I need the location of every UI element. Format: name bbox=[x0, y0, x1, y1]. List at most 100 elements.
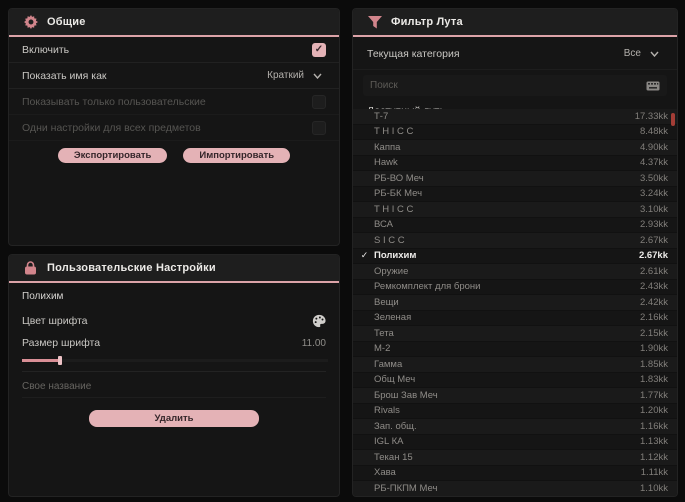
loot-item-row[interactable]: Т-7 17.33kk bbox=[353, 109, 677, 125]
loot-item-row[interactable]: Оружие 2.61kk bbox=[353, 264, 677, 280]
loot-item-row[interactable]: Rivals 1.20kk bbox=[353, 404, 677, 419]
loot-item-value: 1.83kk bbox=[640, 374, 668, 386]
general-panel: Общие Включить ✓ Показать имя как Кратки… bbox=[8, 8, 340, 246]
loot-item-value: 3.10kk bbox=[640, 203, 668, 215]
import-button[interactable]: Импортировать bbox=[183, 148, 291, 163]
divider bbox=[22, 371, 326, 372]
search-input[interactable] bbox=[370, 80, 645, 91]
loot-item-name: Ремкомплект для брони bbox=[374, 281, 481, 293]
chevron-down-icon bbox=[650, 51, 659, 57]
same-settings-row: Одни настройки для всех предметов bbox=[9, 115, 339, 141]
custom-settings-title: Пользовательские Настройки bbox=[47, 262, 216, 274]
chevron-down-icon bbox=[313, 73, 322, 79]
slider-track bbox=[22, 359, 328, 362]
category-dropdown[interactable]: Все bbox=[620, 45, 663, 62]
loot-item-row[interactable]: РБ-БК Меч 3.24kk bbox=[353, 187, 677, 202]
loot-item-row[interactable]: ✓ Полихим 2.67kk bbox=[353, 249, 677, 264]
loot-item-value: 17.33kk bbox=[634, 110, 668, 122]
loot-item-value: 1.13kk bbox=[640, 436, 668, 448]
loot-item-value: 4.90kk bbox=[640, 141, 668, 153]
loot-item-name: Оружие bbox=[374, 265, 409, 277]
only-custom-checkbox[interactable] bbox=[312, 94, 326, 109]
loot-item-value: 4.37kk bbox=[640, 157, 668, 169]
loot-item-name: Полихим bbox=[374, 250, 417, 262]
loot-item-name: РБ-ПКПМ Меч bbox=[374, 482, 438, 494]
loot-item-name: Хава bbox=[374, 467, 396, 479]
loot-item-row[interactable]: Зеленая 2.16kk bbox=[353, 311, 677, 326]
loot-item-row[interactable]: Общ Меч 1.83kk bbox=[353, 373, 677, 388]
font-size-row: Размер шрифта 11.00 bbox=[22, 332, 326, 354]
same-settings-checkbox[interactable] bbox=[312, 120, 326, 135]
loot-item-name: ВСА bbox=[374, 219, 394, 231]
loot-item-row[interactable]: Зап. общ. 1.16kk bbox=[353, 419, 677, 435]
loot-item-row[interactable]: Hawk 4.37kk bbox=[353, 156, 677, 171]
keyboard-icon[interactable] bbox=[645, 78, 660, 93]
loot-item-value: 1.20kk bbox=[640, 405, 668, 417]
delete-button-row: Удалить bbox=[22, 410, 326, 427]
name-mode-dropdown[interactable]: Краткий bbox=[263, 67, 326, 84]
loot-item-value: 2.67kk bbox=[640, 234, 668, 246]
loot-list: Т-7 17.33kk T H I C C 8.48kk Каппа 4.90kk Hawk… bbox=[353, 109, 677, 496]
loot-item-row[interactable]: Ремкомплект для брони 2.43kk bbox=[353, 280, 677, 295]
loot-item-name: Общ Меч bbox=[374, 374, 416, 386]
font-color-label: Цвет шрифта bbox=[22, 315, 88, 327]
enable-label: Включить bbox=[22, 43, 70, 56]
lock-icon bbox=[23, 261, 38, 276]
loot-item-row[interactable]: Каппа 4.90kk bbox=[353, 140, 677, 156]
loot-item-row[interactable]: РБ-ПКПМ Меч 1.10kk bbox=[353, 481, 677, 496]
app-background: Общие Включить ✓ Показать имя как Кратки… bbox=[0, 0, 685, 502]
font-size-slider[interactable] bbox=[22, 356, 328, 365]
general-panel-title: Общие bbox=[47, 16, 86, 28]
loot-item-row[interactable]: S I C C 2.67kk bbox=[353, 233, 677, 249]
export-button[interactable]: Экспортировать bbox=[57, 148, 168, 163]
scrollbar-thumb[interactable] bbox=[671, 113, 675, 126]
funnel-icon bbox=[367, 15, 382, 30]
search-bar bbox=[363, 75, 667, 96]
loot-item-name: S I C C bbox=[374, 234, 405, 246]
general-panel-header: Общие bbox=[9, 9, 339, 37]
custom-settings-content: Полихим Цвет шрифта Размер шрифта 11.00 … bbox=[9, 283, 339, 427]
loot-item-name: Текан 15 bbox=[374, 451, 413, 463]
loot-item-row[interactable]: Вещи 2.42kk bbox=[353, 295, 677, 311]
loot-item-row[interactable]: Тета 2.15kk bbox=[353, 326, 677, 342]
loot-item-name: Тета bbox=[374, 327, 394, 339]
loot-filter-title: Фильтр Лута bbox=[391, 16, 463, 28]
loot-item-name: Зеленая bbox=[374, 312, 412, 324]
slider-handle[interactable] bbox=[58, 356, 62, 365]
show-name-as-row: Показать имя как Краткий bbox=[9, 63, 339, 89]
loot-item-name: T H I C C bbox=[374, 126, 414, 138]
loot-item-row[interactable]: IGL КА 1.13kk bbox=[353, 435, 677, 450]
loot-item-row[interactable]: Текан 15 1.12kk bbox=[353, 450, 677, 466]
loot-item-name: Вещи bbox=[374, 296, 399, 308]
selected-item-name: Полихим bbox=[22, 291, 64, 302]
font-size-label: Размер шрифта bbox=[22, 337, 101, 349]
loot-item-name: Hawk bbox=[374, 157, 398, 169]
loot-item-value: 1.16kk bbox=[640, 420, 668, 432]
loot-item-row[interactable]: Гамма 1.85kk bbox=[353, 357, 677, 373]
loot-item-name: РБ-ВО Меч bbox=[374, 172, 424, 184]
font-size-value: 11.00 bbox=[301, 337, 326, 349]
loot-item-value: 1.77kk bbox=[640, 389, 668, 401]
show-name-as-label: Показать имя как bbox=[22, 69, 107, 82]
loot-item-name: Гамма bbox=[374, 358, 403, 370]
loot-filter-panel: Фильтр Лута Текущая категория Все Доступ… bbox=[352, 8, 678, 497]
delete-button[interactable]: Удалить bbox=[89, 410, 259, 427]
loot-item-row[interactable]: РБ-ВО Меч 3.50kk bbox=[353, 171, 677, 187]
loot-item-name: T H I C C bbox=[374, 203, 414, 215]
loot-item-name: Зап. общ. bbox=[374, 420, 417, 432]
loot-item-row[interactable]: Хава 1.11kk bbox=[353, 466, 677, 481]
category-label: Текущая категория bbox=[367, 47, 460, 60]
loot-item-value: 2.93kk bbox=[640, 219, 668, 231]
loot-item-value: 2.15kk bbox=[640, 327, 668, 339]
loot-item-row[interactable]: T H I C C 8.48kk bbox=[353, 125, 677, 140]
loot-item-name: Каппа bbox=[374, 141, 401, 153]
loot-item-row[interactable]: М-2 1.90kk bbox=[353, 342, 677, 357]
loot-item-value: 1.11kk bbox=[640, 467, 668, 479]
loot-item-row[interactable]: ВСА 2.93kk bbox=[353, 218, 677, 233]
loot-item-row[interactable]: Брош Зав Меч 1.77kk bbox=[353, 388, 677, 404]
loot-item-row[interactable]: T H I C C 3.10kk bbox=[353, 202, 677, 218]
palette-icon[interactable] bbox=[311, 314, 326, 329]
enable-checkbox[interactable]: ✓ bbox=[312, 42, 326, 57]
custom-settings-header: Пользовательские Настройки bbox=[9, 255, 339, 283]
custom-name-input[interactable] bbox=[22, 376, 326, 398]
